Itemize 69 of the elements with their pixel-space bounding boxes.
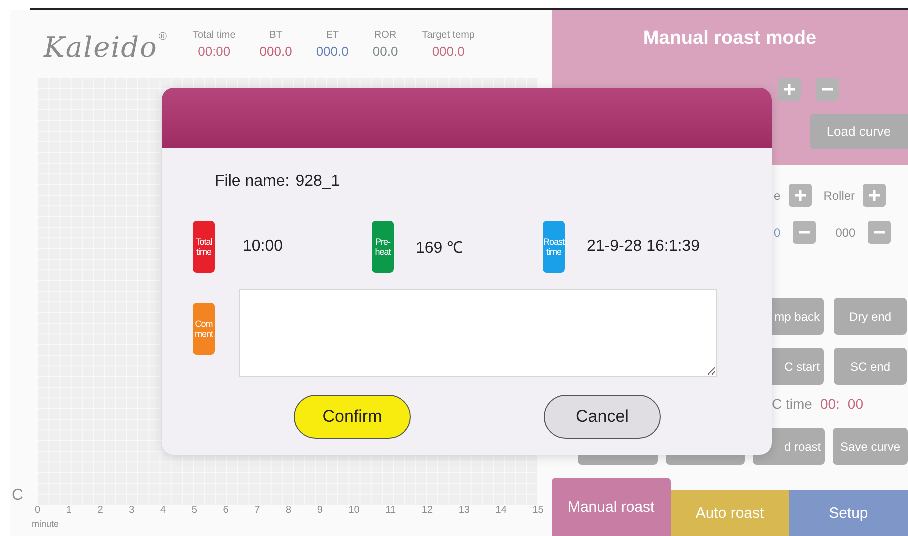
axis-tick-label: 14	[496, 505, 507, 518]
field-value: 169 ℃	[416, 239, 464, 258]
logo-text: Kaleido	[44, 30, 158, 64]
axis-tick-label: 6	[223, 505, 229, 518]
axis-tick-label: 5	[192, 505, 198, 518]
axis-tick-label: 8	[286, 505, 292, 518]
roast-step-button[interactable]: SC end	[834, 348, 907, 385]
axis-tick-label: 2	[98, 505, 104, 518]
axis-tick-label: 9	[317, 505, 323, 518]
file-name-value: 928_1	[296, 173, 340, 191]
comment-badge: Com ment	[193, 303, 215, 355]
roast-step-button[interactable]: Dry end	[834, 298, 907, 335]
axis-tick-label: 0	[35, 505, 41, 518]
axis-tick-label: 11	[386, 505, 396, 518]
mode-tab[interactable]: Auto roast	[670, 490, 790, 536]
axis-tick-label: 7	[254, 505, 260, 518]
axis-tick-label: 1	[66, 505, 72, 518]
plus-icon	[794, 189, 807, 202]
axis-unit: C	[11, 487, 25, 505]
axis-tick-label: 10	[348, 505, 360, 518]
plus-button[interactable]	[788, 184, 812, 207]
cancel-button[interactable]: Cancel	[544, 395, 661, 439]
readout-value: 000.0	[260, 44, 292, 58]
time-value: 00:	[820, 396, 840, 412]
axis-tick-label: 12	[422, 505, 434, 518]
readout-label: BT	[270, 30, 282, 40]
comment-field[interactable]	[239, 289, 717, 377]
minus-button[interactable]	[792, 221, 816, 244]
readout-value: 00.0	[372, 44, 398, 58]
control-value: 0	[774, 226, 781, 240]
time-value: 00	[848, 396, 864, 412]
mode-tab[interactable]: Manual roast	[552, 478, 671, 536]
registered-mark: ®	[158, 30, 167, 42]
readout-label: ROR	[374, 30, 397, 40]
plus-icon	[783, 83, 796, 96]
control-label: e	[774, 188, 781, 202]
plus-icon	[868, 189, 882, 202]
axis-tick-label: 13	[458, 505, 470, 518]
file-name-label: File name:	[215, 173, 290, 191]
field-value: 10:00	[243, 238, 284, 256]
minus-icon	[821, 88, 834, 91]
minus-button[interactable]	[868, 221, 891, 244]
axis-tick-label: 3	[129, 505, 135, 518]
readout-label: Target temp	[422, 30, 475, 40]
mode-tab[interactable]: Setup	[789, 490, 908, 536]
control-value: 000	[836, 226, 856, 240]
field-badge: Pre-heat	[372, 221, 394, 273]
confirm-button[interactable]: Confirm	[294, 395, 411, 439]
plus-button[interactable]	[863, 184, 886, 207]
readout-label: Total time	[192, 30, 236, 40]
field-value: 21-9-28 16:1:39	[587, 238, 700, 256]
panel-title: Manual roast mode	[642, 28, 818, 50]
axis-tick-label: 15	[532, 505, 544, 518]
load-curve-button[interactable]: Load curve	[810, 114, 908, 149]
action-button[interactable]: Save curve	[833, 428, 908, 465]
readout-value: 000.0	[316, 44, 349, 58]
minus-icon	[872, 231, 886, 234]
time-label: C time	[772, 396, 812, 412]
minus-icon	[798, 231, 811, 234]
axis-label: minute	[32, 519, 60, 531]
field-badge: Roast time	[543, 221, 565, 273]
plus-button[interactable]	[778, 78, 801, 101]
control-label: Roller	[824, 188, 856, 202]
axis-tick-label: 4	[160, 505, 166, 518]
field-badge: Total time	[193, 221, 215, 273]
readout-label: ET	[326, 30, 339, 40]
minus-button[interactable]	[816, 78, 839, 101]
readout-value: 00:00	[198, 44, 231, 58]
readout-value: 000.0	[432, 44, 465, 58]
